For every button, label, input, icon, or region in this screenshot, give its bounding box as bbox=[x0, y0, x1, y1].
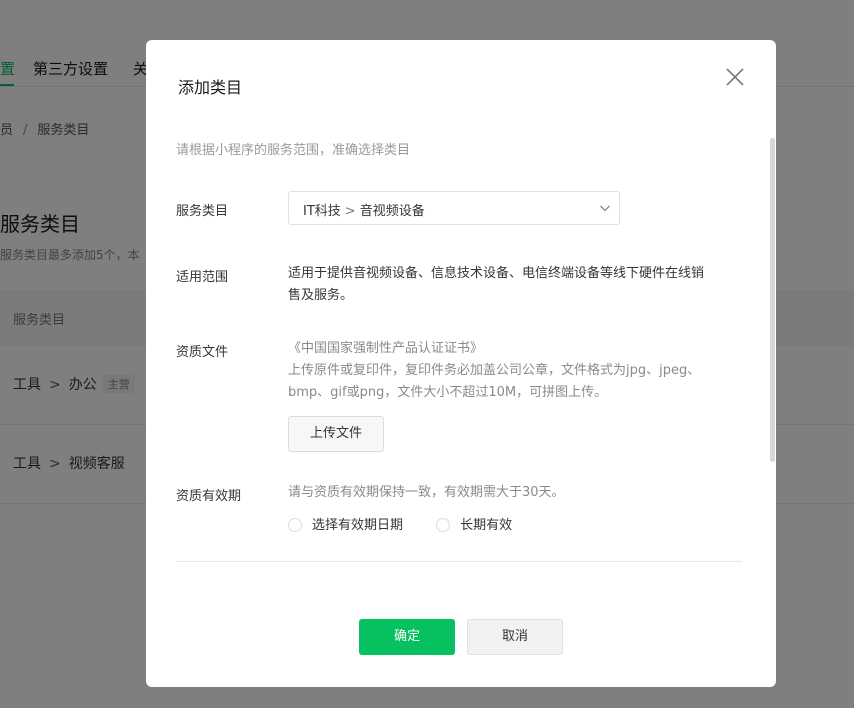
category-separator: > bbox=[344, 204, 356, 219]
radio-label: 选择有效期日期 bbox=[312, 518, 404, 533]
scope-label: 适用范围 bbox=[176, 270, 229, 285]
scrollbar-thumb[interactable] bbox=[770, 138, 775, 462]
chevron-down-icon bbox=[600, 205, 610, 212]
scope-text: 适用于提供音视频设备、信息技术设备、电信终端设备等线下硬件在线销 售及服务。 bbox=[288, 263, 758, 307]
cancel-button[interactable]: 取消 bbox=[467, 619, 563, 655]
confirm-button[interactable]: 确定 bbox=[359, 619, 455, 655]
validity-label: 资质有效期 bbox=[176, 489, 242, 504]
validity-hint: 请与资质有效期保持一致，有效期需大于30天。 bbox=[288, 485, 565, 500]
qualification-label: 资质文件 bbox=[176, 345, 229, 360]
radio-label: 长期有效 bbox=[460, 518, 513, 533]
category-child-value: 音视频设备 bbox=[359, 204, 425, 219]
dialog-scrollbar[interactable] bbox=[770, 138, 776, 468]
add-category-dialog: 添加类目 请根据小程序的服务范围，准确选择类目 服务类目 IT科技 > 音视频设备 … bbox=[146, 40, 776, 687]
qualification-doc-name: 《中国国家强制性产品认证证书》 bbox=[288, 341, 484, 356]
scope-line-2: 售及服务。 bbox=[288, 288, 354, 303]
scope-line-1: 适用于提供音视频设备、信息技术设备、电信终端设备等线下硬件在线销 bbox=[288, 266, 705, 281]
radio-select-date[interactable]: 选择有效期日期 bbox=[288, 515, 403, 537]
upload-file-button[interactable]: 上传文件 bbox=[288, 416, 384, 452]
divider bbox=[176, 561, 742, 562]
radio-long-term[interactable]: 长期有效 bbox=[436, 515, 512, 537]
dialog-title: 添加类目 bbox=[178, 78, 243, 97]
close-icon bbox=[726, 68, 744, 86]
dialog-intro: 请根据小程序的服务范围，准确选择类目 bbox=[176, 143, 411, 158]
validity-radio-group: 选择有效期日期 长期有效 bbox=[288, 514, 540, 536]
category-select[interactable]: IT科技 > 音视频设备 bbox=[288, 191, 620, 225]
qualification-info: 《中国国家强制性产品认证证书》 上传原件或复印件，复印件务必加盖公司公章，文件格… bbox=[288, 338, 748, 404]
qualification-desc-1: 上传原件或复印件，复印件务必加盖公司公章，文件格式为jpg、jpeg、 bbox=[288, 363, 701, 378]
close-button[interactable] bbox=[724, 66, 746, 88]
category-label: 服务类目 bbox=[176, 204, 229, 219]
radio-circle[interactable] bbox=[288, 518, 302, 532]
category-parent-value: IT科技 bbox=[303, 204, 341, 219]
radio-circle[interactable] bbox=[436, 518, 451, 532]
qualification-desc-2: bmp、gif或png，文件大小不超过10M，可拼图上传。 bbox=[288, 385, 608, 400]
